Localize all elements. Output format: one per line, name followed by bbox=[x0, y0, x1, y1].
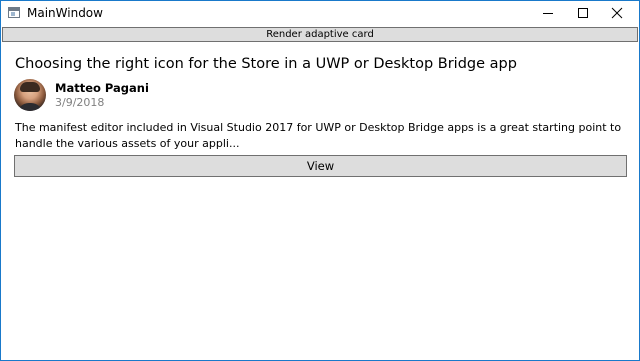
app-window-icon bbox=[8, 7, 20, 18]
close-button[interactable] bbox=[596, 1, 639, 25]
title-bar[interactable]: MainWindow bbox=[1, 1, 639, 25]
avatar-shirt bbox=[17, 103, 43, 111]
author-name: Matteo Pagani bbox=[55, 81, 149, 95]
window-title: MainWindow bbox=[27, 6, 103, 20]
window-content: Render adaptive card Choosing the right … bbox=[1, 25, 639, 360]
main-window: MainWindow Render adaptive card Choosing… bbox=[0, 0, 640, 361]
render-adaptive-card-button[interactable]: Render adaptive card bbox=[2, 27, 638, 42]
author-avatar bbox=[14, 79, 46, 111]
post-date: 3/9/2018 bbox=[55, 96, 105, 109]
maximize-icon bbox=[578, 8, 588, 18]
card-title: Choosing the right icon for the Store in… bbox=[15, 56, 517, 72]
view-button[interactable]: View bbox=[14, 155, 627, 177]
minimize-icon bbox=[543, 13, 553, 14]
close-icon bbox=[611, 7, 623, 19]
card-description: The manifest editor included in Visual S… bbox=[15, 121, 622, 150]
avatar-hair bbox=[20, 82, 40, 92]
